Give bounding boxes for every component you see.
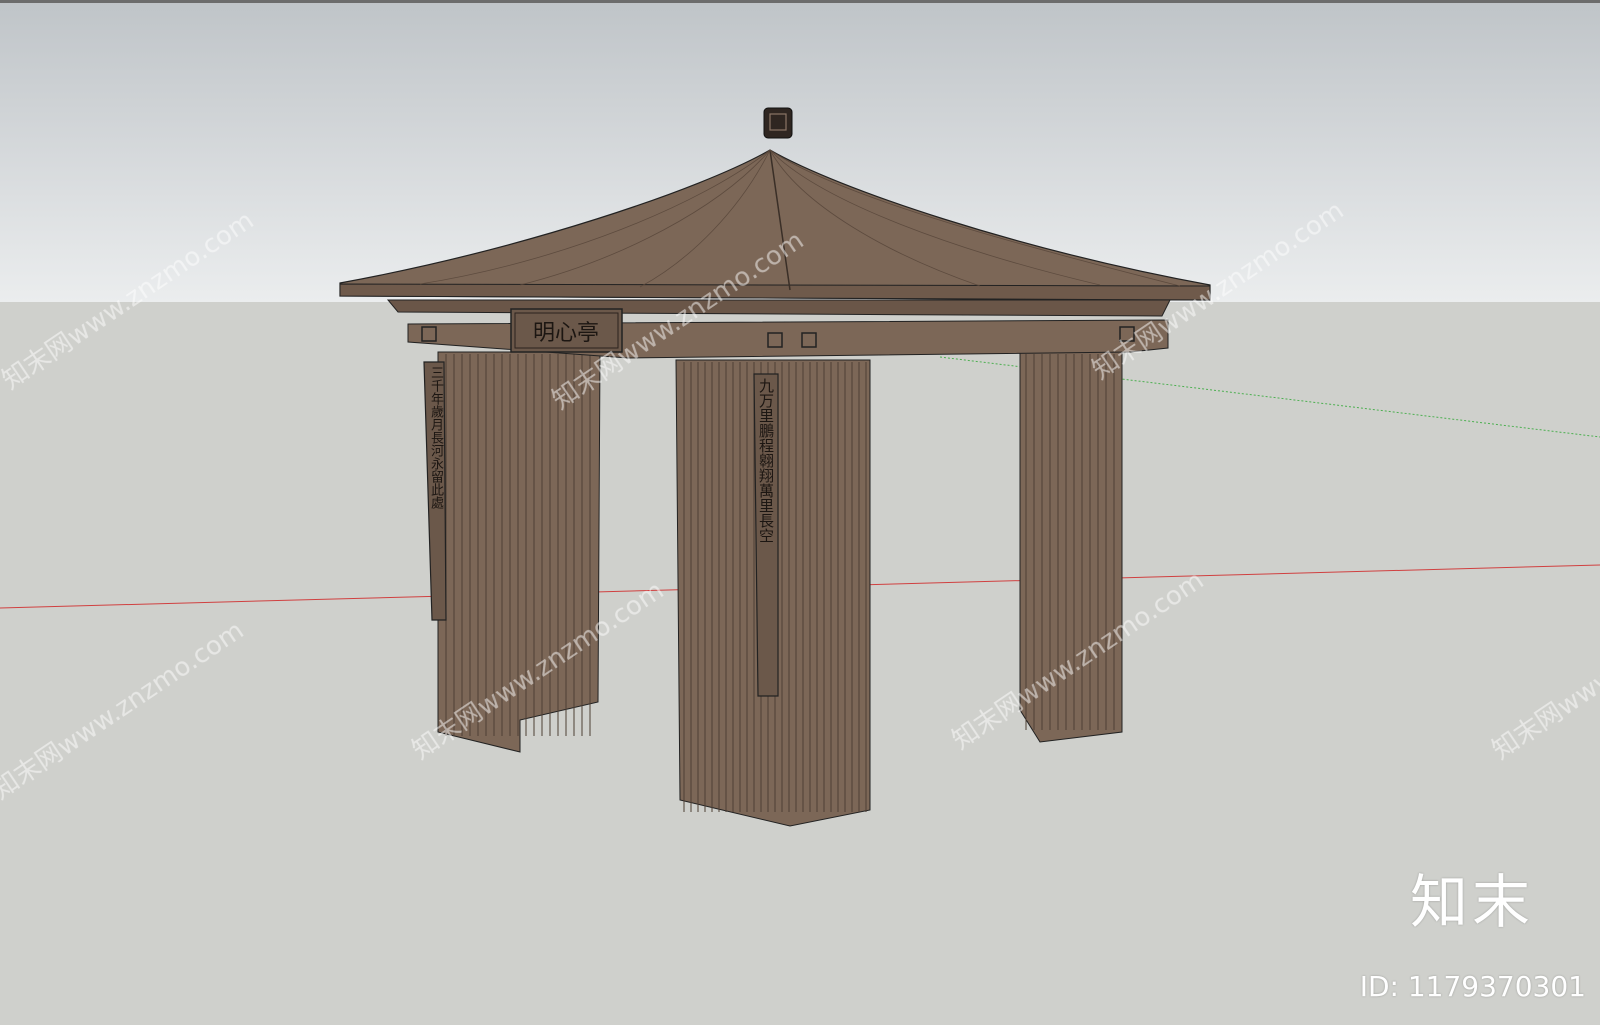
couplet-board-right: 九万里鵬程翱翔萬里長空: [753, 373, 779, 697]
couplet-board-left: 三千年歲月長河永留此處: [423, 361, 447, 621]
model-scene[interactable]: 明心亭 三千年歲月長河永留此處 九万里鵬程翱翔萬里長空 知末网www.znzmo…: [0, 0, 1600, 1025]
name-plaque[interactable]: 明心亭: [510, 308, 623, 353]
brand-watermark: 知末: [1409, 868, 1534, 936]
top-border: [0, 0, 1600, 3]
couplet-text-left: 三千年歲月長河永留此處: [428, 366, 443, 509]
model-id-label: ID: 1179370301: [1359, 970, 1586, 1003]
roof-finial: [763, 107, 793, 139]
sketchup-viewport[interactable]: 明心亭 三千年歲月長河永留此處 九万里鵬程翱翔萬里長空 知末网www.znzmo…: [0, 0, 1600, 1025]
couplet-text-right: 九万里鵬程翱翔萬里長空: [757, 378, 775, 543]
plaque-text: 明心亭: [533, 321, 599, 346]
